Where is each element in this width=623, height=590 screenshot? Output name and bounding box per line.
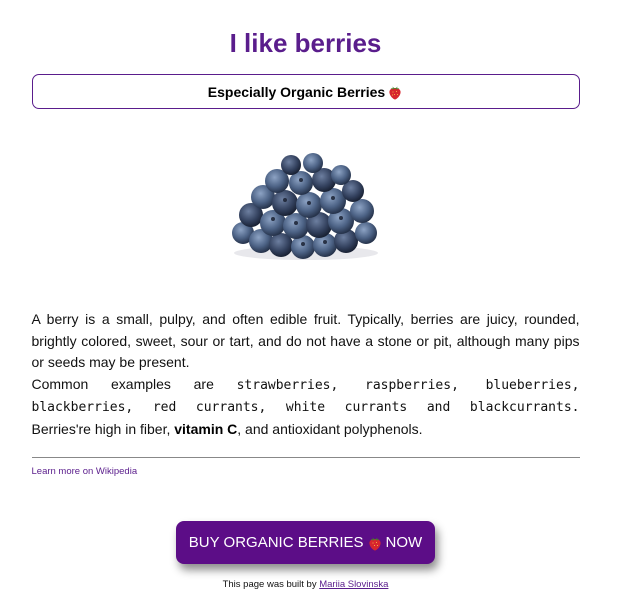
strawberry-icon (368, 537, 381, 550)
examples-intro: Common examples are (31, 375, 237, 392)
subtitle-text: Especially Organic Berries (207, 83, 386, 100)
wikipedia-link[interactable]: Learn more on Wikipedia (32, 466, 580, 477)
author-link[interactable]: Mariia Slovinska (319, 579, 388, 590)
strawberry-icon (389, 86, 401, 99)
page-title: I like berries (229, 28, 382, 58)
vitamin-c-bold: vitamin C (174, 420, 238, 437)
page: I like berries Especially Organic Berrie… (31, 0, 580, 590)
fiber-suffix: , and antioxidant polyphenols. (237, 420, 423, 437)
subtitle-box: Especially Organic Berries (31, 74, 580, 109)
paragraph-definition: A berry is a small, pulpy, and often edi… (31, 311, 580, 370)
hero-image (32, 133, 580, 283)
footer-text: This page was built by (222, 579, 320, 590)
cta-label-prefix: BUY ORGANIC BERRIES (188, 534, 364, 551)
divider (31, 457, 580, 458)
paragraph-examples: Common examples are strawberries, raspbe… (32, 374, 580, 419)
fiber-prefix: Berries're high in fiber, (31, 420, 175, 437)
paragraph-nutrition: Berries're high in fiber, vitamin C, and… (32, 419, 580, 441)
content: A berry is a small, pulpy, and often edi… (32, 309, 580, 440)
blueberries-icon (231, 153, 378, 260)
cta-label-suffix: NOW (385, 534, 423, 551)
buy-organic-berries-button[interactable]: BUY ORGANIC BERRIES NOW (175, 521, 436, 564)
footer: This page was built by Mariia Slovinska (32, 579, 580, 590)
cta-wrap: BUY ORGANIC BERRIES NOW (32, 521, 580, 564)
